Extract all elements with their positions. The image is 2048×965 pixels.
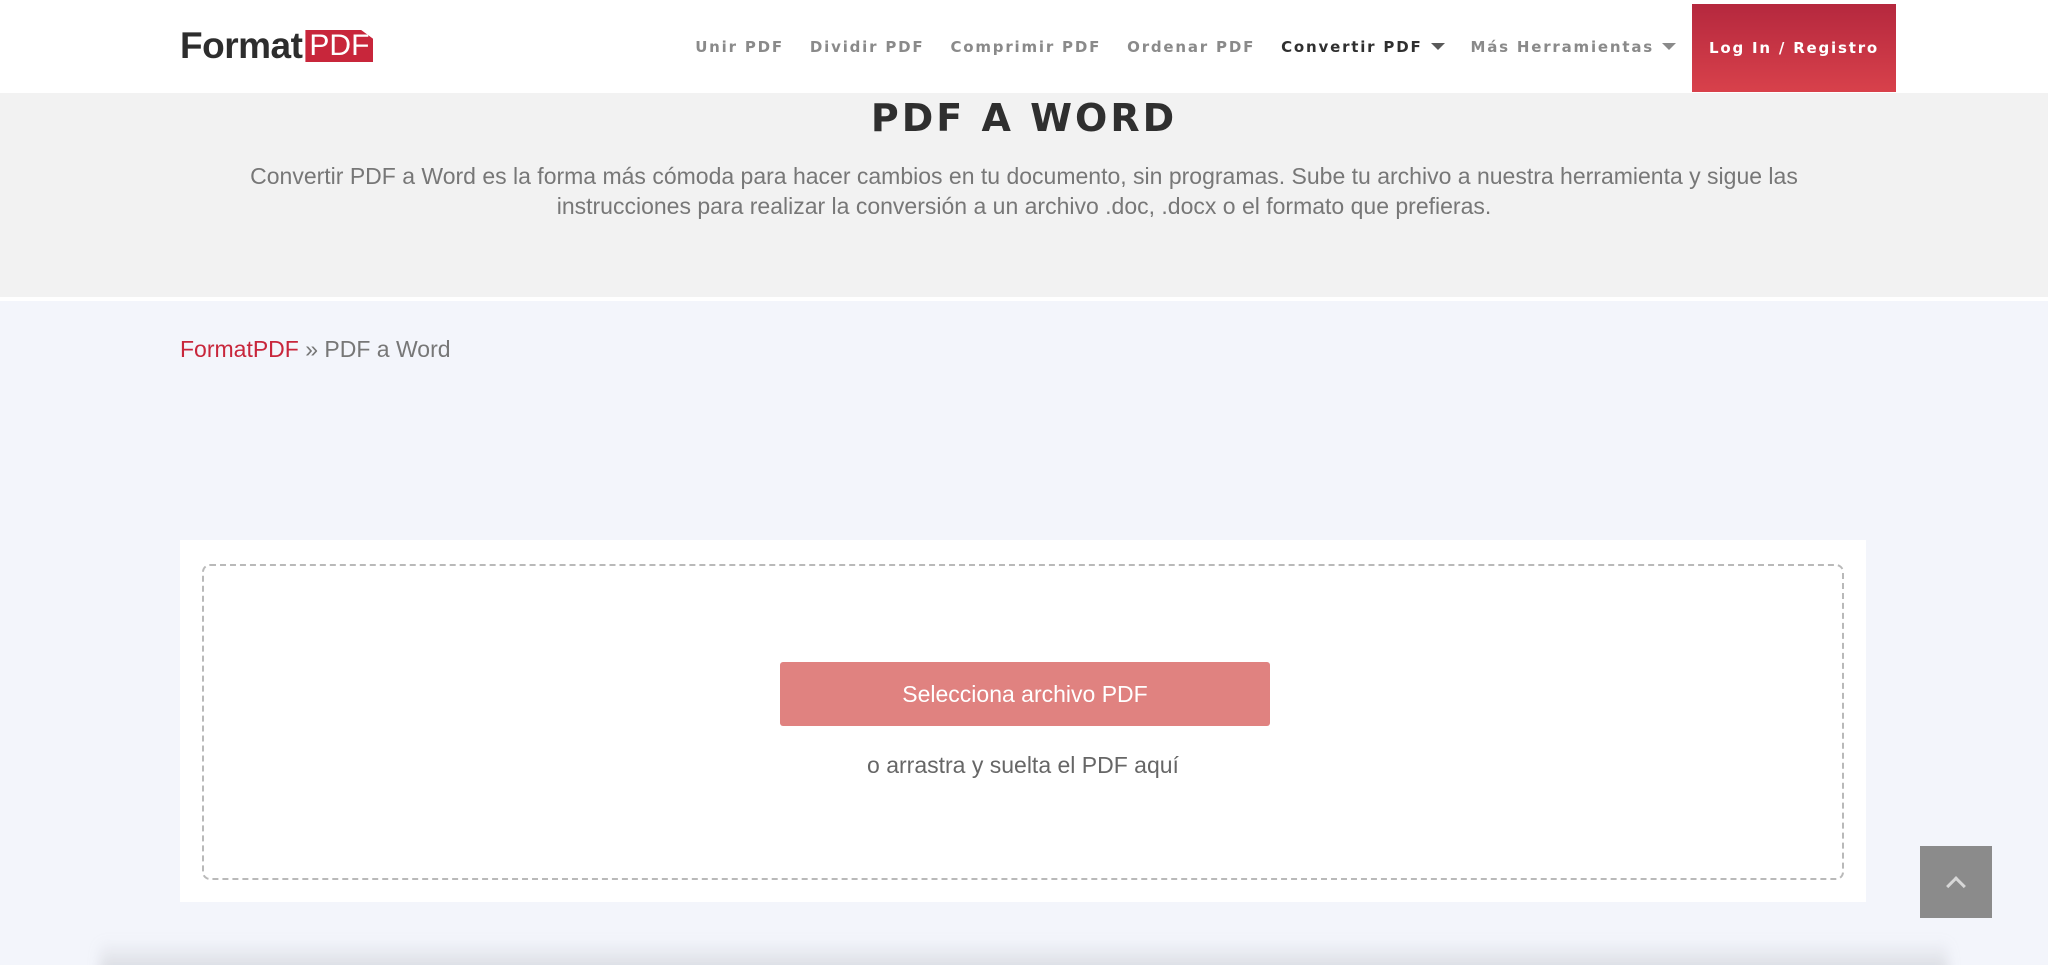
logo-pdf-badge: PDF	[305, 30, 374, 62]
footer-shadow	[100, 940, 1948, 965]
main-nav: Unir PDF Dividir PDF Comprimir PDF Orden…	[669, 0, 1896, 93]
select-pdf-button[interactable]: Selecciona archivo PDF	[780, 662, 1270, 726]
upload-card: Selecciona archivo PDF o arrastra y suel…	[180, 540, 1866, 902]
caret-down-icon	[1430, 43, 1445, 50]
nav-dividir-pdf[interactable]: Dividir PDF	[810, 38, 925, 56]
breadcrumb: FormatPDF » PDF a Word	[180, 336, 451, 363]
nav-convertir-pdf[interactable]: Convertir PDF	[1281, 37, 1445, 56]
chevron-up-icon	[1946, 876, 1966, 896]
breadcrumb-home-link[interactable]: FormatPDF	[180, 336, 299, 362]
nav-mas-herramientas[interactable]: Más Herramientas	[1470, 37, 1676, 56]
file-dropzone[interactable]: Selecciona archivo PDF o arrastra y suel…	[202, 564, 1844, 880]
page-title: PDF A WORD	[870, 96, 1178, 140]
nav-convertir-pdf-label: Convertir PDF	[1281, 37, 1423, 56]
site-header: Format PDF Unir PDF Dividir PDF Comprimi…	[0, 0, 2048, 93]
page-description: Convertir PDF a Word es la forma más cóm…	[250, 163, 1798, 219]
breadcrumb-current: PDF a Word	[324, 336, 451, 362]
nav-mas-herramientas-label: Más Herramientas	[1470, 37, 1654, 56]
login-register-button[interactable]: Log In / Registro	[1692, 4, 1896, 92]
formatpdf-logo[interactable]: Format PDF	[180, 25, 374, 66]
breadcrumb-separator: »	[305, 336, 319, 362]
back-to-top-button[interactable]	[1920, 846, 1992, 918]
nav-unir-pdf[interactable]: Unir PDF	[695, 38, 784, 56]
hero-section: PDF A WORD Convertir PDF a Word es la fo…	[0, 93, 2048, 301]
drop-hint-text: o arrastra y suelta el PDF aquí	[867, 752, 1179, 778]
nav-comprimir-pdf[interactable]: Comprimir PDF	[950, 38, 1101, 56]
caret-down-icon	[1662, 43, 1676, 50]
logo-format-text: Format	[180, 25, 303, 66]
nav-ordenar-pdf[interactable]: Ordenar PDF	[1127, 38, 1255, 56]
